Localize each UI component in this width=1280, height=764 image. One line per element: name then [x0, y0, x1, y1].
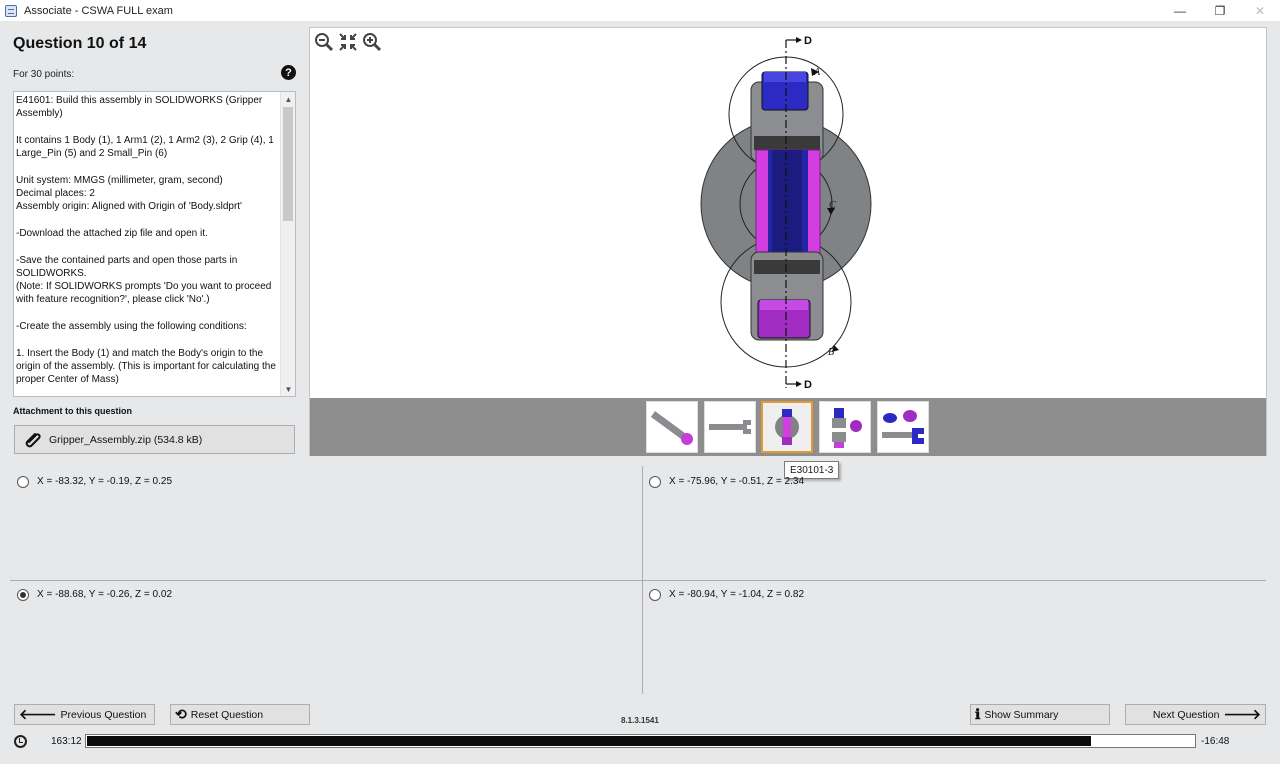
question-panel: Question 10 of 14 For 30 points: ? E4160…: [0, 21, 305, 461]
answer-divider-horizontal: [10, 580, 1266, 581]
radio-option-4[interactable]: [649, 589, 661, 601]
elapsed-time: 163:12: [51, 736, 82, 747]
thumbnail-5[interactable]: [877, 401, 929, 453]
title-bar: Associate - CSWA FULL exam — ❐ ✕: [0, 0, 1280, 21]
clock-icon: [14, 735, 27, 748]
next-question-button[interactable]: Next Question 🡒: [1125, 704, 1266, 725]
answer-text-1: X = -83.32, Y = -0.19, Z = 0.25: [37, 476, 172, 487]
label-d-top: D: [804, 35, 812, 47]
show-summary-label: Show Summary: [984, 708, 1059, 721]
label-b: B: [828, 347, 834, 358]
remaining-time: -16:48: [1201, 736, 1230, 747]
time-progress-bar: [85, 734, 1196, 748]
answer-option-1[interactable]: X = -83.32, Y = -0.19, Z = 0.25: [17, 476, 172, 488]
label-c: C: [829, 200, 836, 211]
window-title: Associate - CSWA FULL exam: [24, 4, 173, 17]
question-title: Question 10 of 14: [13, 35, 147, 52]
zoom-in-icon[interactable]: [362, 32, 382, 52]
answer-options: X = -83.32, Y = -0.19, Z = 0.25 X = -75.…: [10, 466, 1266, 694]
scroll-thumb[interactable]: [283, 107, 293, 221]
radio-option-2[interactable]: [649, 476, 661, 488]
attachment-button[interactable]: Gripper_Assembly.zip (534.8 kB): [14, 425, 295, 454]
minimize-button[interactable]: —: [1160, 0, 1200, 21]
scroll-down-icon[interactable]: ▼: [281, 382, 295, 396]
attachment-label: Attachment to this question: [13, 406, 132, 416]
help-icon[interactable]: ?: [281, 65, 296, 80]
show-summary-button[interactable]: ℹ Show Summary: [970, 704, 1110, 725]
thumbnail-3[interactable]: [761, 401, 813, 453]
thumbnail-2[interactable]: [704, 401, 756, 453]
answer-text-3: X = -88.68, Y = -0.26, Z = 0.02: [37, 589, 172, 600]
question-points: For 30 points:: [13, 69, 75, 80]
fit-icon[interactable]: [338, 32, 358, 52]
question-description-box[interactable]: E41601: Build this assembly in SOLIDWORK…: [13, 91, 296, 397]
app-icon: [5, 4, 17, 17]
label-d-bottom: D: [804, 379, 812, 391]
radio-option-3[interactable]: [17, 589, 29, 601]
thumbnail-1[interactable]: [646, 401, 698, 453]
reset-question-label: Reset Question: [190, 708, 264, 721]
previous-question-label: Previous Question: [60, 708, 147, 721]
reset-icon: ⟲: [175, 706, 187, 722]
question-description: E41601: Build this assembly in SOLIDWORK…: [16, 95, 276, 386]
label-a: A: [813, 67, 821, 78]
paperclip-icon: [25, 432, 41, 447]
restore-button[interactable]: ❐: [1200, 0, 1240, 21]
window-controls: — ❐ ✕: [1160, 0, 1280, 21]
bottom-bar: 🡐 Previous Question ⟲ Reset Question 8.1…: [0, 694, 1280, 764]
zoom-out-icon[interactable]: [314, 32, 334, 52]
next-question-label: Next Question: [1152, 708, 1220, 721]
attachment-filename: Gripper_Assembly.zip (534.8 kB): [49, 433, 203, 446]
info-icon: ℹ: [975, 706, 981, 722]
thumbnail-strip: [310, 398, 1266, 456]
timer-row: 163:12 -16:48: [0, 732, 1280, 752]
answer-text-2: X = -75.96, Y = -0.51, Z = 2.34: [669, 476, 804, 487]
scroll-up-icon[interactable]: ▲: [281, 92, 295, 106]
answer-option-3[interactable]: X = -88.68, Y = -0.26, Z = 0.02: [17, 589, 172, 601]
answer-text-4: X = -80.94, Y = -1.04, Z = 0.82: [669, 589, 804, 600]
arrow-left-icon: 🡐: [19, 706, 57, 722]
answer-option-4[interactable]: X = -80.94, Y = -1.04, Z = 0.82: [649, 589, 804, 601]
thumbnail-4[interactable]: [819, 401, 871, 453]
gripper-assembly-drawing: D D A B C: [700, 35, 872, 391]
radio-option-1[interactable]: [17, 476, 29, 488]
reset-question-button[interactable]: ⟲ Reset Question: [170, 704, 310, 725]
close-button[interactable]: ✕: [1240, 0, 1280, 21]
arrow-right-icon: 🡒: [1223, 706, 1261, 722]
answer-option-2[interactable]: X = -75.96, Y = -0.51, Z = 2.34: [649, 476, 804, 488]
image-viewer[interactable]: D D A B C: [309, 27, 1267, 456]
description-scrollbar[interactable]: ▲ ▼: [280, 92, 295, 396]
time-progress-fill: [87, 736, 1092, 746]
viewer-toolbar: [314, 32, 382, 52]
app-version: 8.1.3.1541: [621, 716, 659, 725]
previous-question-button[interactable]: 🡐 Previous Question: [14, 704, 155, 725]
